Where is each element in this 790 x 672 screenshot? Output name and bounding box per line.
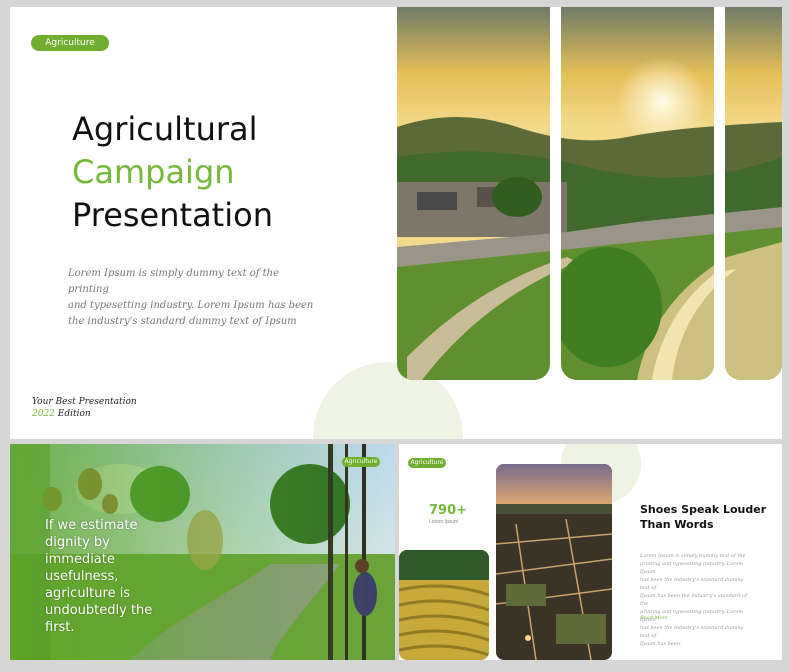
heading-line-2: Than Words [640,518,714,531]
body-line: has been the industry's standard dummy t… [640,625,744,639]
edition-year-line: 2022 Edition [32,409,91,419]
edition-line: Your Best Presentation [32,397,137,407]
category-tag: Agriculture [31,35,109,51]
quote-line: usefulness, [45,569,119,584]
body-line: Lorem Ipsum is simply dummy text of the … [68,268,280,295]
stat-label: Lorem Ipsum [429,519,459,525]
body-line: has been the industry's standard dummy t… [640,577,744,591]
body-line: Ipsum has been. [640,641,682,647]
quote-text: If we estimate dignity by immediate usef… [45,517,165,636]
product-slide: Agriculture 790+ Lorem Ipsum Shoes Speak… [399,444,782,660]
body-text: Lorem Ipsum is simply dummy text of the … [640,552,752,648]
stat-value: 790+ [429,503,468,518]
edition-word: Edition [57,409,91,419]
garden-slide: Agriculture If we estimate dignity by im… [10,444,395,660]
body-line: printing and typesetting industry. Lorem… [640,561,744,575]
title-line-1: Agricultural [72,110,258,148]
quote-line: immediate [45,552,115,567]
read-more-link[interactable]: Read More [640,615,668,621]
heading-line-1: Shoes Speak Louder [640,503,767,516]
landscape-photo-strip [725,7,782,380]
main-slide: Agriculture Agricultural Campaign Presen… [10,7,782,439]
category-tag: Agriculture [342,457,380,467]
body-line: and typesetting industry. Lorem Ipsum ha… [68,300,314,311]
quote-line: undoubtedly the [45,603,153,618]
body-line: Ipsum has been the industry's standard o… [640,593,747,607]
title-line-3: Presentation [72,196,273,234]
body-line: Lorem Ipsum is simply dummy text of the [640,553,746,559]
quote-line: agriculture is [45,586,131,601]
field-photo [496,464,612,660]
category-tag: Agriculture [408,458,446,468]
body-line: the industry's standard dummy text of Ip… [68,316,297,327]
landscape-photo-strip [397,7,550,380]
title-line-2: Campaign [72,153,235,191]
edition-year: 2022 [32,409,55,419]
terrace-photo [399,550,489,660]
landscape-photo-strip [561,7,714,380]
quote-line: If we estimate [45,518,138,533]
quote-line: dignity by [45,535,110,550]
quote-line: first. [45,620,75,635]
body-text: Lorem Ipsum is simply dummy text of the … [68,266,318,330]
